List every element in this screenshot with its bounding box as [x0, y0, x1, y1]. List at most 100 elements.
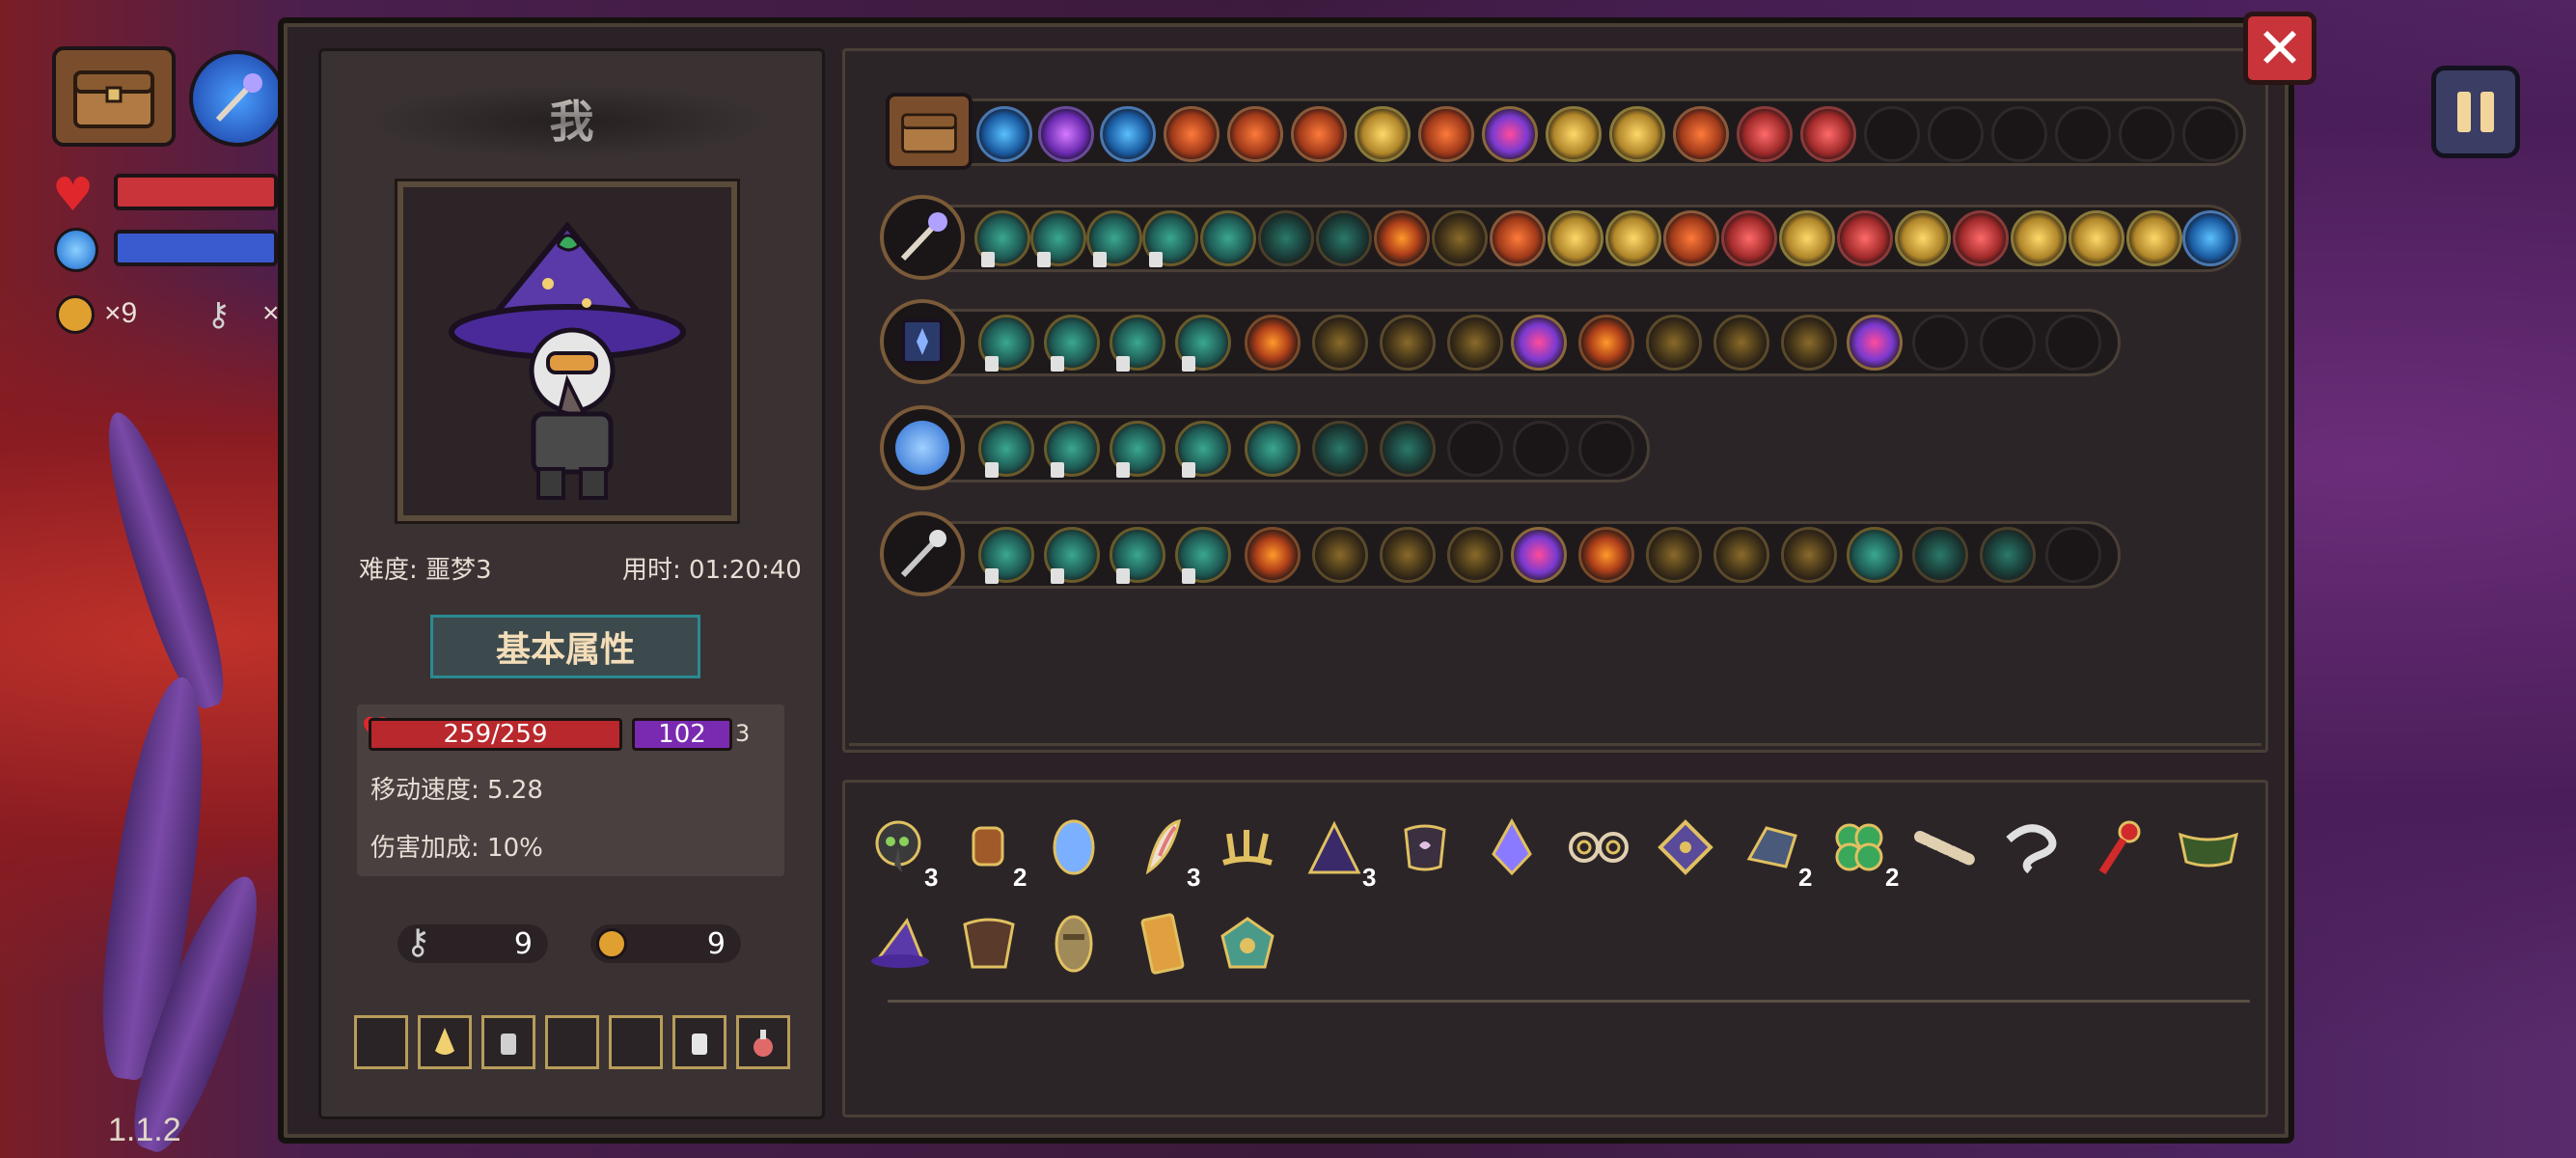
gem-socket[interactable]: [1511, 315, 1567, 371]
gem-socket[interactable]: [1578, 315, 1634, 371]
jade-box-icon[interactable]: [1214, 910, 1281, 978]
passive-item-icon[interactable]: [1227, 106, 1283, 162]
scroll-talisman-icon[interactable]: [1129, 910, 1196, 978]
clover-icon[interactable]: [1825, 813, 1893, 881]
gem-socket[interactable]: [1380, 527, 1436, 583]
bag-icon[interactable]: [52, 46, 176, 147]
rune-tablet-icon[interactable]: [1652, 813, 1719, 881]
mantle-icon[interactable]: [955, 910, 1023, 978]
gem-socket[interactable]: [1258, 210, 1314, 266]
gem-socket[interactable]: [1110, 421, 1165, 478]
gem-socket[interactable]: [1044, 527, 1100, 584]
gem-socket[interactable]: [1110, 315, 1165, 372]
inventory-slot[interactable]: [672, 1015, 726, 1069]
gem-socket[interactable]: [1380, 421, 1436, 477]
gem-socket[interactable]: [1511, 527, 1567, 583]
crystal-icon[interactable]: [1478, 813, 1546, 881]
spectacles-icon[interactable]: [1565, 813, 1632, 881]
gem-socket[interactable]: [978, 315, 1034, 372]
passive-item-icon[interactable]: [1546, 106, 1602, 162]
shield-egg-icon[interactable]: [1040, 813, 1108, 881]
gem-socket[interactable]: [1110, 527, 1165, 584]
gem-socket[interactable]: [1200, 210, 1256, 266]
chest-armor-icon[interactable]: [1391, 813, 1459, 881]
mummy-idol-icon[interactable]: [1040, 910, 1108, 978]
gem-socket[interactable]: [2011, 210, 2067, 266]
gem-socket[interactable]: [1380, 315, 1436, 371]
gem-socket[interactable]: [1044, 421, 1100, 478]
pause-button[interactable]: [2431, 66, 2520, 158]
wand-weapon-icon[interactable]: [880, 511, 965, 596]
gem-socket[interactable]: [978, 527, 1034, 584]
gem-socket[interactable]: [978, 421, 1034, 478]
passive-item-icon[interactable]: [1482, 106, 1538, 162]
gem-socket[interactable]: [1175, 421, 1231, 478]
gem-socket[interactable]: [1142, 210, 1198, 267]
bone-chain-icon[interactable]: [1912, 813, 1980, 881]
gem-socket[interactable]: [1490, 210, 1546, 266]
passive-item-icon[interactable]: [1609, 106, 1665, 162]
gem-socket[interactable]: [1980, 527, 2036, 583]
serpent-icon[interactable]: [1999, 813, 2067, 881]
spellbook-weapon-icon[interactable]: [880, 299, 965, 384]
inventory-slot[interactable]: [354, 1015, 408, 1069]
gem-socket[interactable]: [1912, 527, 1968, 583]
passive-item-icon[interactable]: [1737, 106, 1793, 162]
gem-socket[interactable]: [1578, 527, 1634, 583]
gem-socket[interactable]: [1548, 210, 1603, 266]
gem-socket[interactable]: [1316, 210, 1372, 266]
rock-shard-icon[interactable]: [1739, 813, 1806, 881]
gem-socket[interactable]: [1847, 527, 1903, 583]
gem-socket[interactable]: [974, 210, 1030, 267]
passive-item-icon[interactable]: [1100, 106, 1156, 162]
passive-item-icon[interactable]: [1038, 106, 1094, 162]
gem-socket[interactable]: [1721, 210, 1777, 266]
wizard-hat-icon[interactable]: [866, 910, 934, 978]
passive-item-icon[interactable]: [1164, 106, 1219, 162]
tab-basic-attributes[interactable]: 基本属性: [430, 615, 700, 678]
gem-socket[interactable]: [1713, 527, 1769, 583]
red-key-icon[interactable]: [2086, 813, 2153, 881]
gem-socket[interactable]: [1953, 210, 2009, 266]
orb-weapon-icon[interactable]: [880, 405, 965, 490]
staff-weapon-icon[interactable]: [880, 195, 965, 280]
gem-socket[interactable]: [1646, 315, 1702, 371]
gem-socket[interactable]: [1245, 421, 1301, 477]
gem-socket[interactable]: [1030, 210, 1086, 267]
bag-icon[interactable]: [886, 93, 973, 170]
inventory-slot[interactable]: [609, 1015, 663, 1069]
inventory-slot[interactable]: [736, 1015, 790, 1069]
passive-item-icon[interactable]: [1355, 106, 1411, 162]
gem-socket[interactable]: [1847, 315, 1903, 371]
gem-socket[interactable]: [1646, 527, 1702, 583]
antler-icon[interactable]: [1214, 813, 1281, 881]
cloak-icon[interactable]: [1301, 813, 1368, 881]
gem-socket[interactable]: [2069, 210, 2124, 266]
gem-socket[interactable]: [1837, 210, 1893, 266]
gem-socket[interactable]: [1895, 210, 1951, 266]
passive-item-icon[interactable]: [1418, 106, 1474, 162]
gem-socket[interactable]: [1713, 315, 1769, 371]
passive-item-icon[interactable]: [1673, 106, 1729, 162]
gem-socket[interactable]: [1781, 527, 1837, 583]
inventory-slot[interactable]: [545, 1015, 599, 1069]
staff-weapon-icon[interactable]: [189, 50, 286, 147]
gem-socket[interactable]: [1245, 527, 1301, 583]
gem-socket[interactable]: [1312, 527, 1368, 583]
gem-socket[interactable]: [1312, 315, 1368, 371]
gem-socket[interactable]: [2126, 210, 2182, 266]
inventory-slot[interactable]: [418, 1015, 472, 1069]
gem-socket[interactable]: [1175, 527, 1231, 584]
passive-item-icon[interactable]: [1800, 106, 1856, 162]
gem-socket[interactable]: [2182, 210, 2238, 266]
gem-socket[interactable]: [1374, 210, 1430, 266]
gem-socket[interactable]: [1447, 527, 1503, 583]
gem-socket[interactable]: [1245, 315, 1301, 371]
gem-socket[interactable]: [1663, 210, 1719, 266]
gem-socket[interactable]: [1175, 315, 1231, 372]
gem-socket[interactable]: [1312, 421, 1368, 477]
gem-socket[interactable]: [1086, 210, 1142, 267]
close-button[interactable]: ✕: [2243, 12, 2316, 85]
gem-socket[interactable]: [1605, 210, 1661, 266]
belt-icon[interactable]: [2175, 813, 2242, 881]
